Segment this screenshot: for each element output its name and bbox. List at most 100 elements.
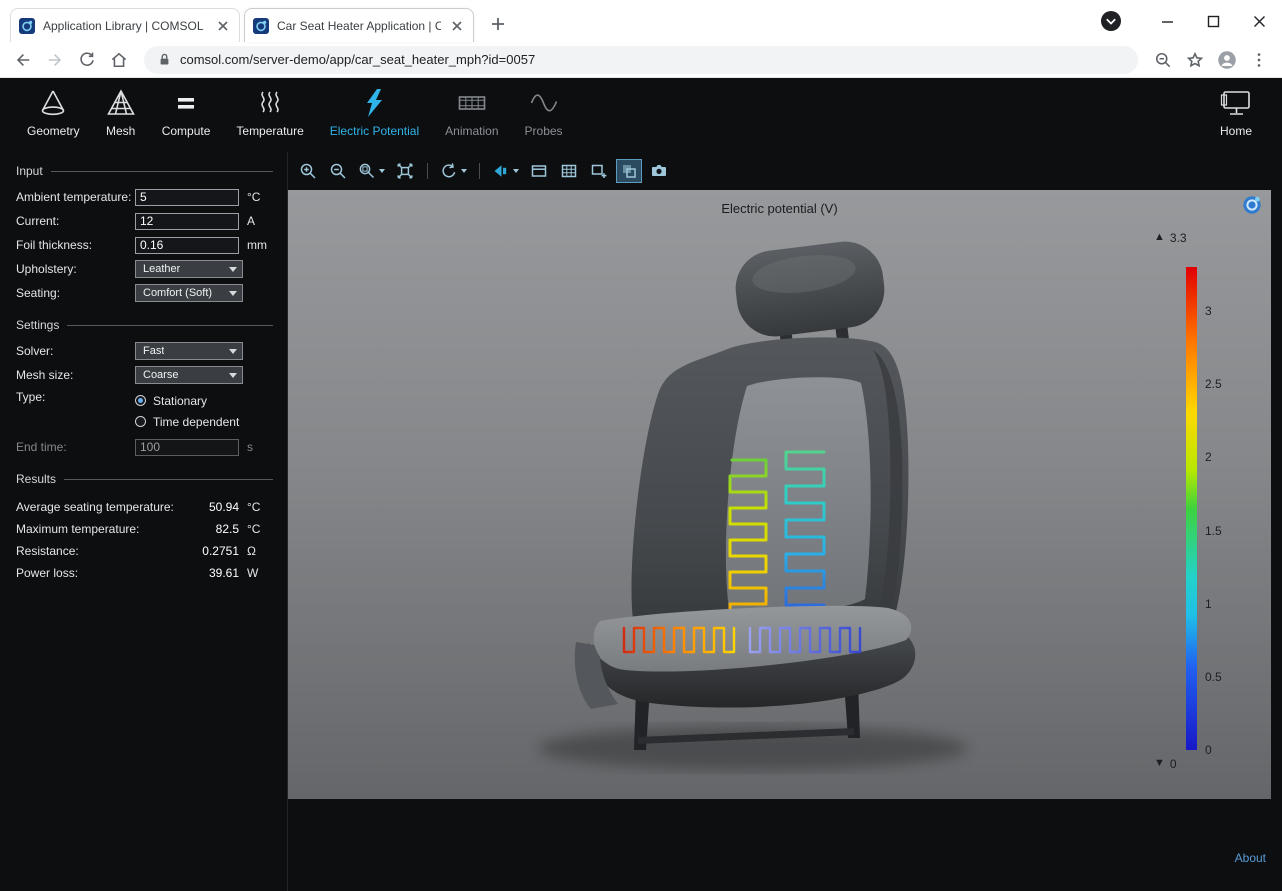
ambient-temperature-input[interactable] bbox=[135, 189, 239, 206]
foil-thickness-input[interactable] bbox=[135, 237, 239, 254]
home-screen-icon bbox=[1219, 88, 1253, 118]
tab-title: Car Seat Heater Application | CO bbox=[277, 19, 441, 33]
home-button[interactable] bbox=[104, 45, 134, 75]
result-unit: °C bbox=[247, 522, 273, 536]
dropdown-value: Comfort (Soft) bbox=[143, 287, 212, 299]
field-label: Solver: bbox=[16, 344, 135, 358]
field-label: Seating: bbox=[16, 286, 135, 300]
window-minimize-button[interactable] bbox=[1144, 0, 1190, 42]
tab-strip: Application Library | COMSOL Se Car Seat… bbox=[0, 0, 1282, 42]
tab-application-library[interactable]: Application Library | COMSOL Se bbox=[10, 8, 240, 42]
ribbon-probes-button[interactable]: Probes bbox=[512, 87, 576, 139]
tab-car-seat-heater[interactable]: Car Seat Heater Application | CO bbox=[244, 8, 474, 42]
transparency-button[interactable] bbox=[617, 160, 641, 182]
result-value: 39.61 bbox=[185, 566, 239, 580]
ribbon-label: Animation bbox=[445, 124, 498, 138]
temperature-icon bbox=[255, 88, 285, 118]
chevron-down-icon bbox=[229, 373, 237, 378]
result-unit: °C bbox=[247, 500, 273, 514]
chevron-down-icon bbox=[379, 169, 385, 173]
new-tab-button[interactable] bbox=[484, 10, 512, 38]
solver-select[interactable]: Fast bbox=[135, 342, 243, 360]
ribbon-animation-button[interactable]: Animation bbox=[432, 87, 511, 139]
car-seat-3d-model bbox=[288, 190, 1271, 799]
result-value: 0.2751 bbox=[185, 544, 239, 558]
ribbon-label: Temperature bbox=[236, 124, 303, 138]
upholstery-select[interactable]: Leather bbox=[135, 260, 243, 278]
url-text: comsol.com/server-demo/app/car_seat_heat… bbox=[180, 52, 535, 67]
reset-view-button[interactable] bbox=[438, 160, 469, 182]
camera-icon bbox=[650, 162, 668, 180]
ribbon-label: Home bbox=[1220, 124, 1252, 138]
current-input[interactable] bbox=[135, 213, 239, 230]
comsol-favicon bbox=[253, 18, 269, 34]
field-unit: mm bbox=[247, 238, 267, 252]
refresh-button[interactable] bbox=[72, 45, 102, 75]
profile-avatar[interactable] bbox=[1212, 45, 1242, 75]
zoom-extents-button[interactable] bbox=[393, 160, 417, 182]
section-title-settings: Settings bbox=[16, 318, 59, 332]
about-link[interactable]: About bbox=[1235, 851, 1266, 865]
forward-button[interactable] bbox=[40, 45, 70, 75]
view-panel-button[interactable] bbox=[527, 160, 551, 182]
ribbon-temperature-button[interactable]: Temperature bbox=[223, 87, 316, 139]
browser-menu-icon[interactable] bbox=[1244, 45, 1274, 75]
result-row: Power loss: 39.61 W bbox=[16, 562, 273, 584]
result-value: 82.5 bbox=[185, 522, 239, 536]
result-row: Average seating temperature: 50.94 °C bbox=[16, 496, 273, 518]
seating-select[interactable]: Comfort (Soft) bbox=[135, 284, 243, 302]
zoom-indicator-icon[interactable] bbox=[1148, 45, 1178, 75]
ribbon-label: Compute bbox=[162, 124, 211, 138]
zoom-box-button[interactable] bbox=[356, 160, 387, 182]
grid-button[interactable] bbox=[557, 160, 581, 182]
ribbon-electric-potential-button[interactable]: Electric Potential bbox=[317, 87, 432, 139]
ribbon-mesh-button[interactable]: Mesh bbox=[93, 87, 149, 139]
snapshot-button[interactable] bbox=[647, 160, 671, 182]
scene-light-button[interactable] bbox=[490, 160, 521, 182]
panel-icon bbox=[530, 162, 548, 180]
browser-update-menu-icon[interactable] bbox=[1100, 10, 1122, 32]
field-label: Upholstery: bbox=[16, 262, 135, 276]
tab-close-icon[interactable] bbox=[215, 18, 231, 34]
chevron-down-icon bbox=[229, 267, 237, 272]
axes-button[interactable] bbox=[587, 160, 611, 182]
graphics-toolbar bbox=[288, 152, 1271, 190]
field-unit: s bbox=[247, 440, 253, 454]
probes-wave-icon bbox=[529, 88, 559, 118]
mesh-size-select[interactable]: Coarse bbox=[135, 366, 243, 384]
window-maximize-button[interactable] bbox=[1190, 0, 1236, 42]
graphics-panel: Electric potential (V) bbox=[288, 152, 1271, 891]
chevron-down-icon bbox=[461, 169, 467, 173]
ribbon-label: Mesh bbox=[106, 124, 135, 138]
field-label: Current: bbox=[16, 214, 135, 228]
mesh-icon bbox=[106, 88, 136, 118]
electric-potential-icon bbox=[359, 88, 389, 118]
tab-close-icon[interactable] bbox=[449, 18, 465, 34]
zoom-in-button[interactable] bbox=[296, 160, 320, 182]
plot-area[interactable]: Electric potential (V) bbox=[288, 190, 1271, 799]
address-bar[interactable]: comsol.com/server-demo/app/car_seat_heat… bbox=[144, 46, 1138, 74]
chevron-down-icon bbox=[513, 169, 519, 173]
ribbon-label: Geometry bbox=[27, 124, 80, 138]
back-button[interactable] bbox=[8, 45, 38, 75]
radio-time-dependent[interactable]: Time dependent bbox=[135, 411, 239, 432]
toolbar-separator bbox=[427, 163, 428, 179]
ribbon-home-button[interactable]: Home bbox=[1206, 87, 1266, 139]
zoom-out-button[interactable] bbox=[326, 160, 350, 182]
ribbon-geometry-button[interactable]: Geometry bbox=[14, 87, 93, 139]
field-label: Foil thickness: bbox=[16, 238, 135, 252]
section-title-results: Results bbox=[16, 472, 56, 486]
section-title-input: Input bbox=[16, 164, 43, 178]
zoom-extents-icon bbox=[396, 162, 414, 180]
bookmark-star-icon[interactable] bbox=[1180, 45, 1210, 75]
window-close-button[interactable] bbox=[1236, 0, 1282, 42]
chevron-down-icon bbox=[229, 291, 237, 296]
app-ribbon: Geometry Mesh Compute Temperature Electr… bbox=[0, 78, 1282, 152]
ribbon-compute-button[interactable]: Compute bbox=[149, 87, 224, 139]
radio-label: Stationary bbox=[153, 394, 207, 408]
zoom-in-icon bbox=[299, 162, 317, 180]
radio-stationary[interactable]: Stationary bbox=[135, 390, 239, 411]
lock-icon bbox=[158, 52, 171, 67]
section-divider bbox=[67, 325, 273, 326]
result-row: Maximum temperature: 82.5 °C bbox=[16, 518, 273, 540]
